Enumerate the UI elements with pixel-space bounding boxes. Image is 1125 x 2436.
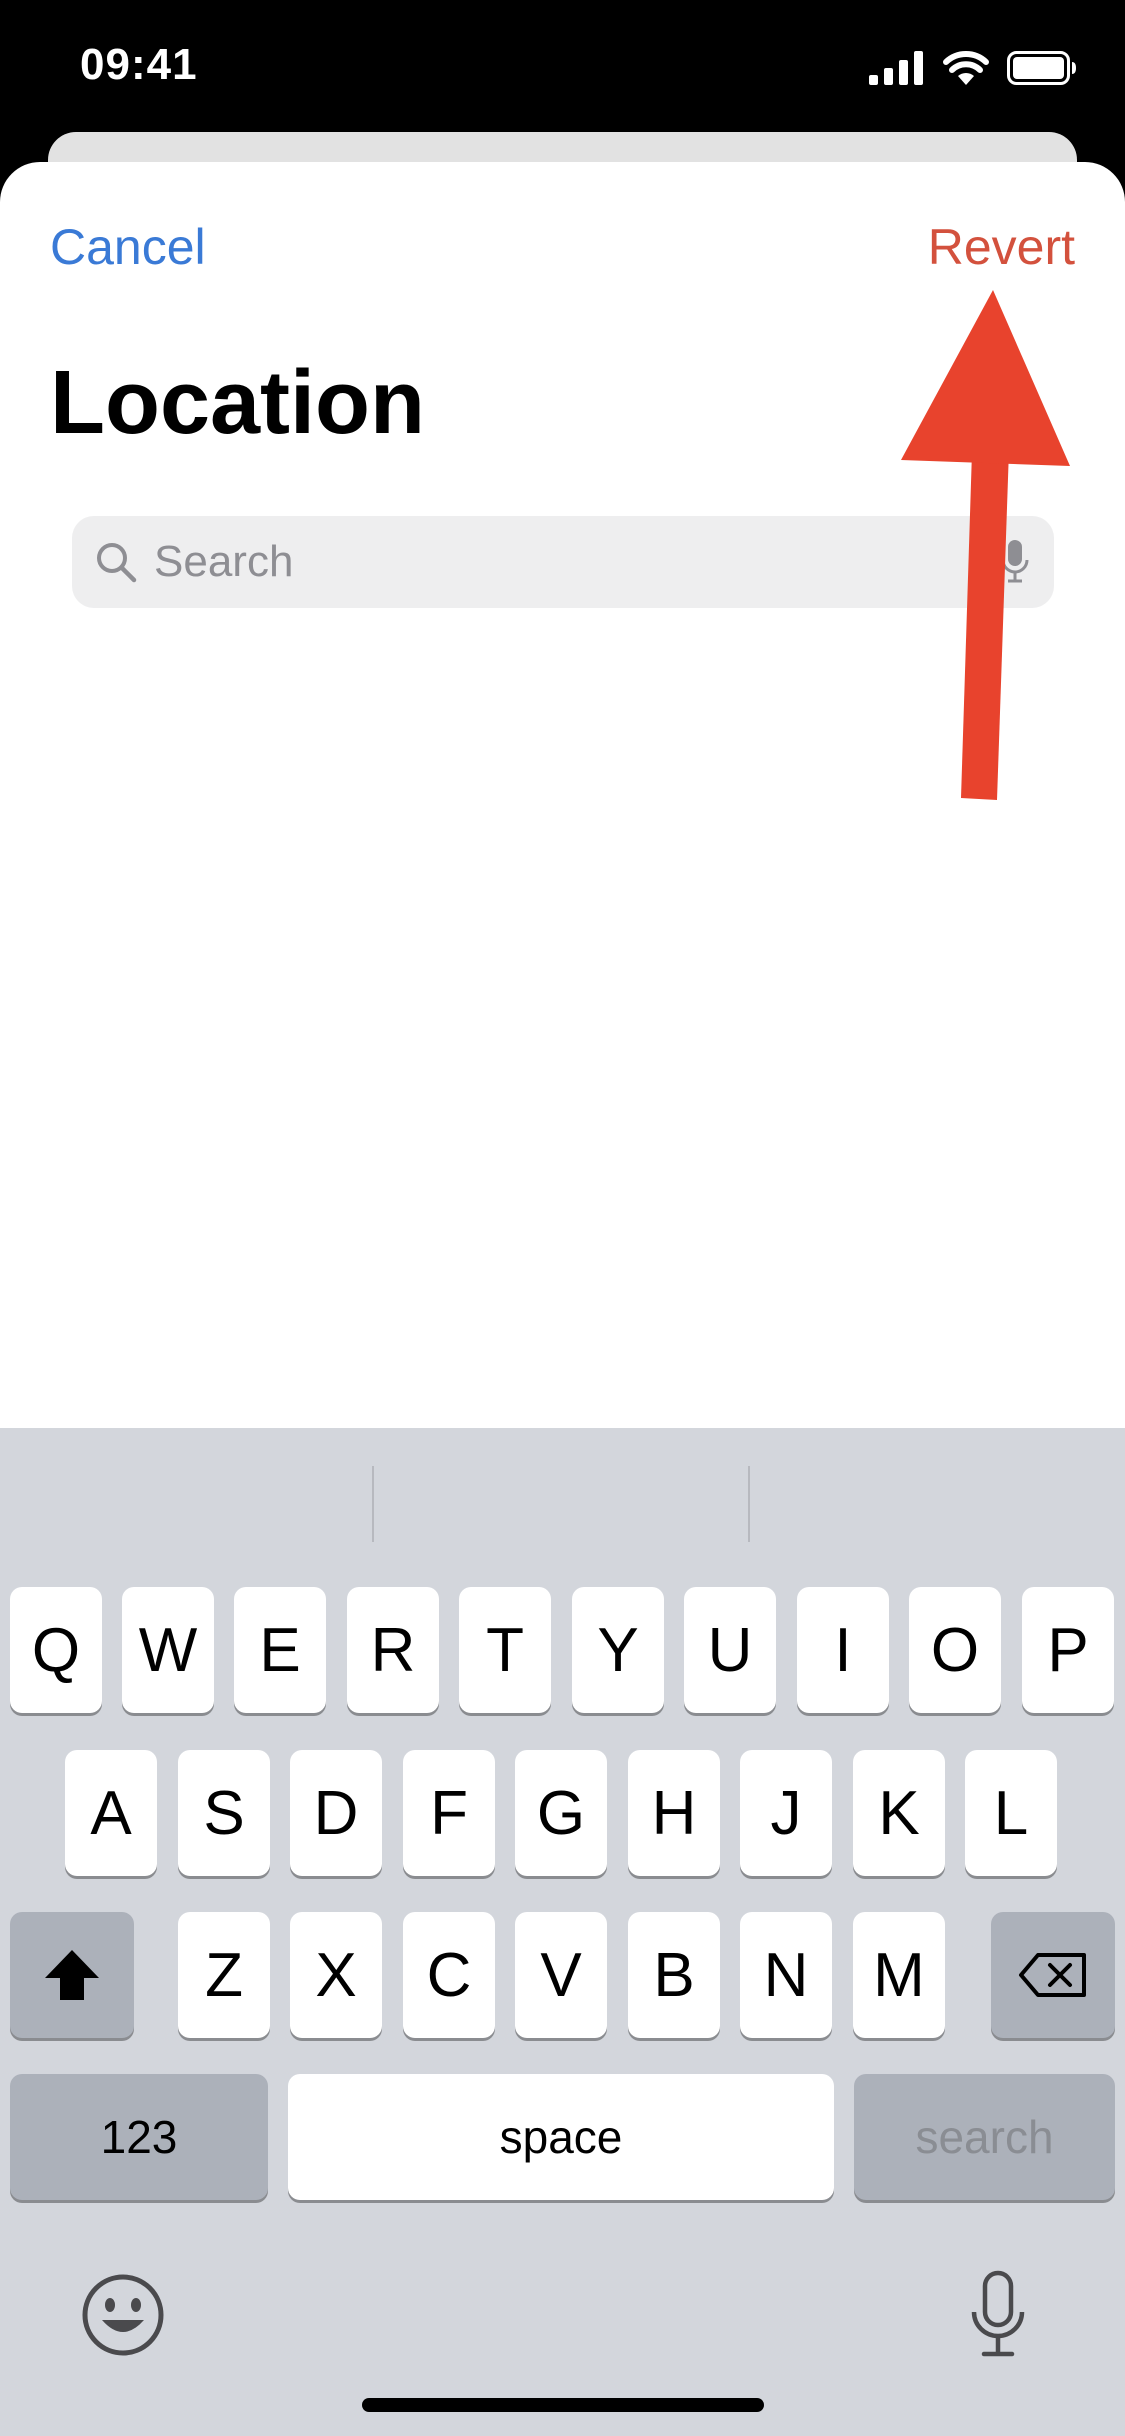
- home-indicator: [362, 2398, 764, 2412]
- key-y[interactable]: Y: [572, 1587, 664, 1713]
- key-e[interactable]: E: [234, 1587, 326, 1713]
- shift-icon: [45, 1950, 99, 2000]
- key-t[interactable]: T: [459, 1587, 551, 1713]
- key-z[interactable]: Z: [178, 1912, 270, 2038]
- key-a[interactable]: A: [65, 1750, 157, 1876]
- key-k[interactable]: K: [853, 1750, 945, 1876]
- key-o[interactable]: O: [909, 1587, 1001, 1713]
- page-title: Location: [50, 353, 425, 453]
- delete-icon: [1019, 1953, 1086, 1997]
- arrow-annotation: [901, 290, 1070, 800]
- key-b[interactable]: B: [628, 1912, 720, 2038]
- suggestion-divider: [372, 1466, 374, 1542]
- battery-icon: [1007, 51, 1076, 85]
- key-f[interactable]: F: [403, 1750, 495, 1876]
- key-u[interactable]: U: [684, 1587, 776, 1713]
- shift-key[interactable]: [10, 1912, 134, 2038]
- search-input[interactable]: [154, 516, 974, 608]
- search-icon: [97, 543, 137, 583]
- key-m[interactable]: M: [853, 1912, 945, 2038]
- cancel-button[interactable]: Cancel: [50, 218, 206, 276]
- key-d[interactable]: D: [290, 1750, 382, 1876]
- key-q[interactable]: Q: [10, 1587, 102, 1713]
- key-j[interactable]: J: [740, 1750, 832, 1876]
- numbers-key[interactable]: 123: [10, 2074, 268, 2200]
- key-g[interactable]: G: [515, 1750, 607, 1876]
- signal-icon: [869, 51, 923, 85]
- key-i[interactable]: I: [797, 1587, 889, 1713]
- wifi-icon: [943, 51, 989, 85]
- key-r[interactable]: R: [347, 1587, 439, 1713]
- status-icons: [869, 48, 1077, 88]
- revert-button[interactable]: Revert: [928, 218, 1075, 276]
- suggestion-divider: [748, 1466, 750, 1542]
- dictation-icon[interactable]: [968, 2270, 1028, 2360]
- key-l[interactable]: L: [965, 1750, 1057, 1876]
- status-time: 09:41: [80, 40, 198, 89]
- delete-key[interactable]: [991, 1912, 1115, 2038]
- key-c[interactable]: C: [403, 1912, 495, 2038]
- space-key[interactable]: space: [288, 2074, 834, 2200]
- key-h[interactable]: H: [628, 1750, 720, 1876]
- keyboard: Q W E R T Y U I O P A S D F G H J K L Z …: [0, 1428, 1125, 2436]
- key-p[interactable]: P: [1022, 1587, 1114, 1713]
- key-x[interactable]: X: [290, 1912, 382, 2038]
- key-w[interactable]: W: [122, 1587, 214, 1713]
- search-key[interactable]: search: [854, 2074, 1115, 2200]
- status-bar: 09:41: [0, 0, 1125, 135]
- key-s[interactable]: S: [178, 1750, 270, 1876]
- emoji-icon[interactable]: [80, 2272, 166, 2358]
- key-n[interactable]: N: [740, 1912, 832, 2038]
- key-v[interactable]: V: [515, 1912, 607, 2038]
